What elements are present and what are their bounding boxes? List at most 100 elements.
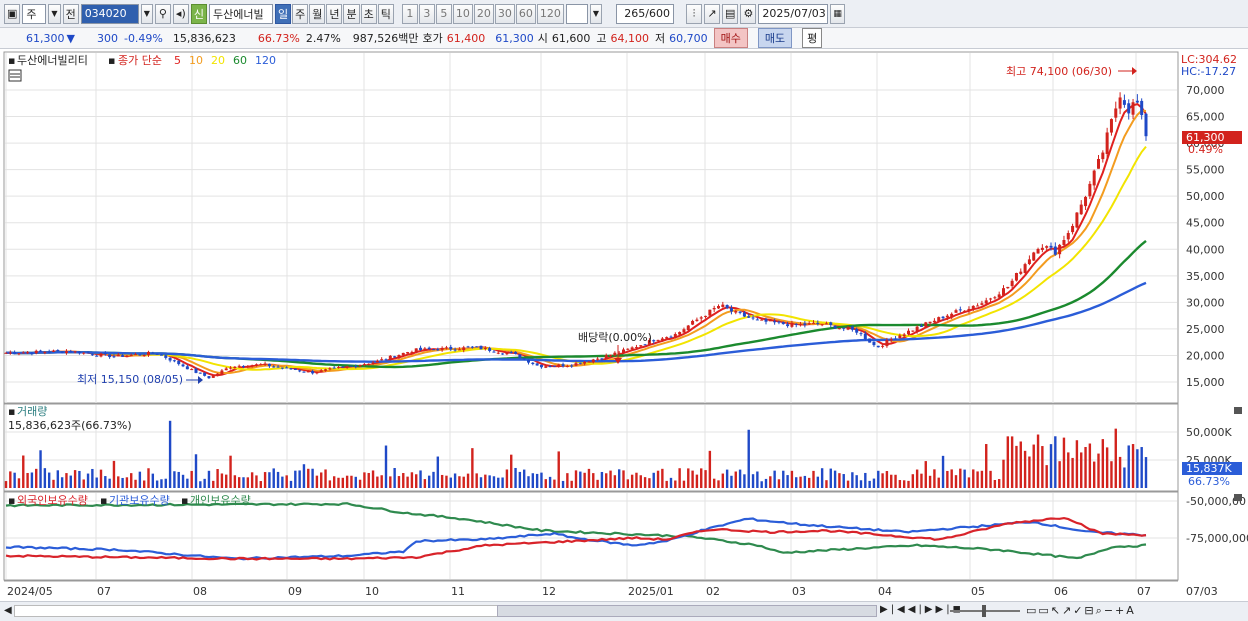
candle-body	[1075, 212, 1079, 228]
candle-body	[535, 363, 539, 366]
volume-bar	[924, 461, 927, 488]
volume-bar	[682, 480, 686, 488]
stock-code-input[interactable]: 034020	[80, 3, 139, 24]
panel-close-icon[interactable]	[1234, 407, 1242, 414]
stock-name-field[interactable]: 두산에너빌	[208, 3, 273, 24]
volume-bar	[225, 474, 228, 488]
scroll-track[interactable]	[14, 605, 498, 617]
candle-body	[850, 326, 854, 330]
volume-bar	[747, 429, 750, 488]
prev-button[interactable]: 전	[62, 3, 79, 24]
volume-panel-title: 거래량	[17, 405, 47, 418]
eval-button[interactable]: 평	[802, 28, 823, 48]
candle-body	[354, 366, 358, 368]
volume-bar	[328, 480, 332, 488]
candle-body	[349, 365, 353, 367]
x-right-label: 07/03	[1186, 585, 1218, 598]
period-button-3[interactable]: 년	[326, 3, 343, 24]
candle-body	[919, 325, 923, 327]
interval-button-3[interactable]: 3	[418, 3, 435, 24]
interval-button-20[interactable]: 20	[473, 3, 494, 24]
volume-bar	[345, 475, 349, 488]
scroll-thumb[interactable]	[497, 605, 877, 617]
panel-close-icon[interactable]	[1234, 494, 1242, 501]
panel-table-icon[interactable]	[8, 69, 22, 82]
holder-legend: ▪ 외국인보유수량 ▪ 기관보유수량 ▪ 개인보유수량	[8, 494, 251, 507]
date-input[interactable]: 2025/07/03	[758, 3, 829, 24]
draw-tool-icon[interactable]: ↗	[704, 3, 720, 24]
gear-icon[interactable]: ⚙	[740, 3, 757, 24]
scroll-left-icon[interactable]: ◀	[4, 605, 12, 616]
chevron-down-icon[interactable]: ▼	[48, 3, 61, 24]
volume-bar	[1097, 453, 1100, 488]
low-price: 60,700	[669, 31, 708, 45]
candle-body	[993, 297, 997, 299]
candle-type-icon[interactable]: ⫶	[686, 3, 702, 24]
volume-bar	[332, 476, 336, 488]
candle-body	[358, 364, 362, 367]
interval-button-30[interactable]: 30	[494, 3, 515, 24]
volume-bar	[1084, 447, 1087, 488]
candle-body	[1101, 152, 1105, 160]
calendar-icon[interactable]: ▦	[830, 3, 845, 24]
ma-legend-square: ▪	[108, 54, 115, 67]
period-button-1[interactable]: 주	[292, 3, 309, 24]
candle-body	[1135, 100, 1139, 103]
zoom-slider-handle[interactable]	[982, 605, 986, 617]
candle-body	[682, 329, 686, 333]
volume-bar	[1015, 445, 1018, 488]
chevron-down-icon[interactable]: ▼	[140, 3, 153, 24]
interval-button-120[interactable]: 120	[536, 3, 564, 24]
interval-button-60[interactable]: 60	[515, 3, 536, 24]
period-button-6[interactable]: 틱	[377, 3, 394, 24]
candle-body	[1058, 244, 1062, 255]
market-select[interactable]: 주	[22, 3, 47, 24]
count-input[interactable]: 265/600	[616, 3, 674, 24]
candle-body	[134, 354, 138, 356]
interval-button-10[interactable]: 10	[452, 3, 473, 24]
volume-bar	[177, 471, 180, 488]
buy-button[interactable]: 매수	[713, 28, 748, 48]
view-tools[interactable]: ▭▭↖↗✓⊟⌕−+A	[1026, 604, 1136, 618]
interval-custom-input[interactable]	[565, 3, 588, 24]
candle-body	[596, 358, 600, 360]
chart-canvas[interactable]: 70,00065,00060,00055,00050,00045,00040,0…	[0, 49, 1248, 601]
candle-body	[8, 352, 12, 354]
interval-button-5[interactable]: 5	[435, 3, 452, 24]
save-icon[interactable]: ▤	[722, 3, 739, 24]
period-button-0[interactable]: 일	[274, 3, 292, 24]
candle-body	[138, 354, 142, 356]
candle-body	[876, 345, 880, 348]
candle-body	[190, 369, 194, 371]
volume-bar	[453, 473, 457, 488]
period-button-4[interactable]: 분	[343, 3, 360, 24]
volume-bar	[574, 470, 578, 488]
volume-bar	[898, 480, 902, 488]
volume-bar	[510, 454, 513, 488]
candle-body	[4, 352, 8, 354]
open-price: 61,600	[551, 31, 591, 45]
candle-body	[1144, 113, 1148, 137]
candle-body	[859, 333, 863, 335]
window-menu-icon[interactable]: ▣	[4, 3, 21, 24]
candle-body	[639, 345, 643, 347]
volume-bar	[1028, 456, 1031, 488]
volume-bar	[505, 469, 509, 488]
volume-bar	[142, 480, 146, 488]
candle-body	[924, 322, 928, 327]
candle-body	[958, 309, 962, 311]
volume-bar	[864, 472, 867, 488]
candle-body	[652, 340, 656, 342]
credit-badge[interactable]: 신	[190, 3, 207, 24]
chevron-down-icon[interactable]: ▼	[589, 3, 602, 24]
search-icon[interactable]: ⚲	[154, 3, 171, 24]
period-button-2[interactable]: 월	[309, 3, 326, 24]
volume-bar	[1105, 447, 1109, 488]
candle-body	[73, 351, 77, 353]
speaker-icon[interactable]: ◂)	[172, 3, 189, 24]
candle-body	[108, 354, 112, 358]
sell-button[interactable]: 매도	[757, 28, 793, 48]
volume-bar	[915, 469, 919, 488]
interval-button-1[interactable]: 1	[401, 3, 418, 24]
period-button-5[interactable]: 초	[360, 3, 377, 24]
